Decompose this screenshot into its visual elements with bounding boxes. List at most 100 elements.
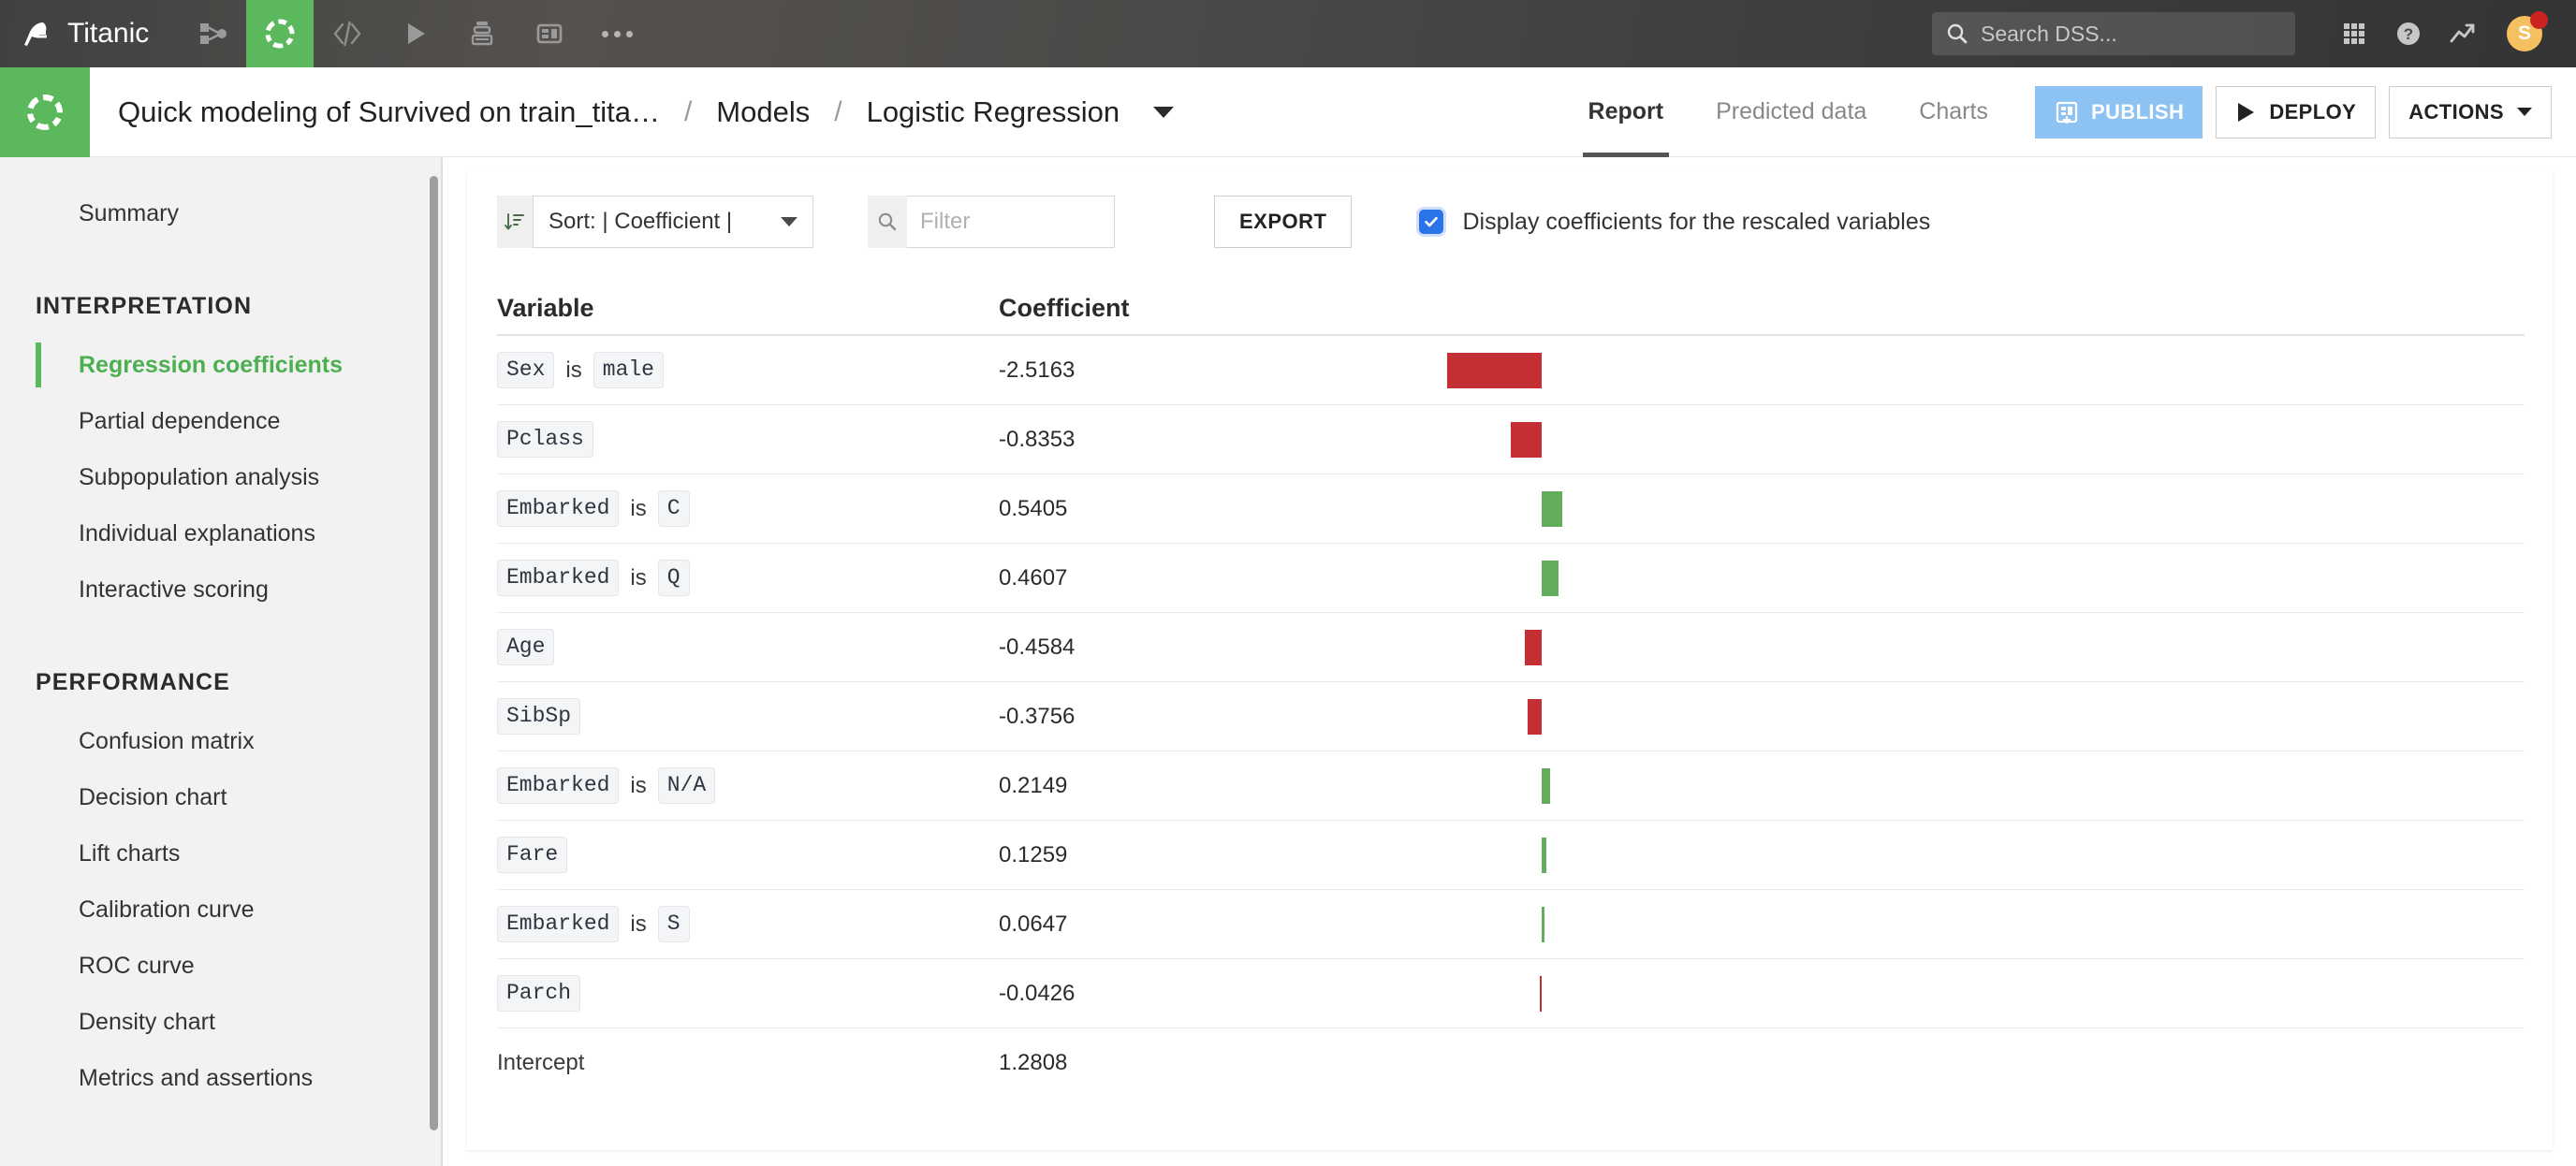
sidebar-item-individual-explanations[interactable]: Individual explanations [0, 505, 441, 561]
coefficient-bar [1510, 421, 1542, 458]
breadcrumb: Quick modeling of Survived on train_tita… [90, 95, 1175, 129]
coefficient-bar-cell [1280, 821, 2525, 890]
tab-predicted-data[interactable]: Predicted data [1690, 67, 1893, 157]
main-content-area: Sort: | Coefficient | EXPORT [442, 157, 2576, 1166]
sort-select[interactable]: Sort: | Coefficient | [533, 196, 813, 248]
column-header-coefficient: Coefficient [999, 294, 1130, 322]
sidebar-item-calibration-curve[interactable]: Calibration curve [0, 882, 441, 938]
topbar-left-group: Titanic [0, 0, 651, 67]
sidebar-item-roc-curve[interactable]: ROC curve [0, 938, 441, 994]
automation-icon[interactable] [448, 0, 516, 67]
activity-trend-icon[interactable] [2436, 0, 2490, 67]
search-input[interactable]: Search DSS... [1932, 12, 2295, 55]
operator-label: is [630, 495, 647, 521]
breadcrumb-separator-1: / [683, 95, 693, 127]
filter-input[interactable] [907, 196, 1115, 248]
coefficient-bar [1542, 490, 1562, 527]
dashboard-icon[interactable] [516, 0, 583, 67]
bird-logo-icon[interactable] [0, 0, 67, 67]
deploy-button[interactable]: DEPLOY [2216, 85, 2377, 138]
deploy-label: DEPLOY [2269, 99, 2357, 124]
table-row[interactable]: Embarked is Q 0.4607 [497, 544, 2525, 613]
cell-coefficient: -0.4584 [999, 634, 1076, 660]
cell-variable: Embarked is Q [497, 560, 999, 596]
flow-icon[interactable] [179, 0, 246, 67]
variable-token: SibSp [497, 698, 581, 735]
sidebar-item-regression-coefficients[interactable]: Regression coefficients [0, 337, 441, 393]
export-button[interactable]: EXPORT [1214, 196, 1353, 248]
cell-variable: Parch [497, 975, 999, 1012]
table-row[interactable]: Embarked is S 0.0647 [497, 890, 2525, 959]
left-sidebar: Summary INTERPRETATION Regression coeffi… [0, 157, 442, 1166]
svg-text:?: ? [2404, 25, 2413, 43]
sidebar-item-decision-chart[interactable]: Decision chart [0, 769, 441, 825]
brand-project-name[interactable]: Titanic [67, 18, 179, 50]
actions-button[interactable]: ACTIONS [2389, 85, 2552, 138]
sidebar-item-interactive-scoring[interactable]: Interactive scoring [0, 561, 441, 618]
avatar[interactable]: S [2497, 0, 2552, 67]
sidebar-item-subpopulation-analysis[interactable]: Subpopulation analysis [0, 449, 441, 505]
lab-models-icon[interactable] [246, 0, 315, 67]
value-token: male [593, 352, 664, 388]
filter-control[interactable] [868, 196, 1115, 248]
sidebar-item-metrics-and-assertions[interactable]: Metrics and assertions [0, 1050, 441, 1106]
table-row[interactable]: Parch -0.0426 [497, 959, 2525, 1028]
cell-coefficient: 0.5405 [999, 495, 1068, 521]
cell-coefficient: -2.5163 [999, 357, 1076, 383]
table-row[interactable]: Embarked is N/A 0.2149 [497, 751, 2525, 821]
variable-token: Embarked [497, 560, 620, 596]
breadcrumb-models[interactable]: Models [703, 95, 823, 129]
coefficients-table: Variable Coefficient Sex is male -2.5163 Pcl… [497, 282, 2525, 1098]
table-row-intercept[interactable]: Intercept 1.2808 [497, 1028, 2525, 1098]
cell-coefficient: 0.1259 [999, 841, 1068, 867]
table-row[interactable]: Embarked is C 0.5405 [497, 474, 2525, 544]
coefficient-bar-cell [1280, 544, 2525, 613]
cell-coefficient: 0.0647 [999, 911, 1068, 937]
regression-coefficients-panel: Sort: | Coefficient | EXPORT [467, 171, 2553, 1150]
sidebar-scrollbar[interactable] [430, 176, 438, 1130]
table-row[interactable]: Pclass -0.8353 [497, 405, 2525, 474]
table-row[interactable]: Age -0.4584 [497, 613, 2525, 682]
cell-coefficient: -0.0426 [999, 980, 1076, 1006]
breadcrumb-analysis[interactable]: Quick modeling of Survived on train_tita… [118, 95, 673, 129]
rescaled-variables-label: Display coefficients for the rescaled va… [1462, 208, 1931, 235]
table-row[interactable]: Fare 0.1259 [497, 821, 2525, 890]
more-ellipsis-icon[interactable] [583, 0, 651, 67]
publish-button[interactable]: PUBLISH [2034, 85, 2203, 138]
value-token: S [657, 906, 690, 942]
tab-charts[interactable]: Charts [1893, 67, 2014, 157]
table-body: Sex is male -2.5163 Pclass -0.8353 Embarked is C… [497, 336, 2525, 1098]
sidebar-item-confusion-matrix[interactable]: Confusion matrix [0, 713, 441, 769]
column-header-variable: Variable [497, 294, 594, 322]
sidebar-item-partial-dependence[interactable]: Partial dependence [0, 393, 441, 449]
rescaled-variables-checkbox[interactable]: Display coefficients for the rescaled va… [1419, 209, 1930, 236]
project-lab-icon[interactable] [0, 66, 90, 157]
tab-report[interactable]: Report [1562, 67, 1690, 157]
sidebar-item-summary[interactable]: Summary [0, 185, 441, 241]
jobs-play-icon[interactable] [381, 0, 448, 67]
apps-grid-icon[interactable] [2327, 0, 2381, 67]
operator-label: is [630, 911, 647, 937]
coefficient-bar-cell [1280, 682, 2525, 751]
sidebar-section-interpretation: INTERPRETATION [36, 293, 253, 319]
sidebar-item-density-chart[interactable]: Density chart [0, 994, 441, 1050]
coefficient-bar [1540, 975, 1542, 1012]
cell-variable: Intercept [497, 1050, 999, 1076]
coefficient-bar [1542, 560, 1559, 596]
cell-variable: Embarked is C [497, 490, 999, 527]
table-row[interactable]: Sex is male -2.5163 [497, 336, 2525, 405]
sidebar-section-performance: PERFORMANCE [36, 669, 230, 695]
search-icon [1947, 23, 1968, 44]
sidebar-item-lift-charts[interactable]: Lift charts [0, 825, 441, 882]
operator-label: is [565, 357, 582, 383]
coefficient-bar-cell [1280, 405, 2525, 474]
variable-token: Embarked [497, 490, 620, 527]
cell-variable: Embarked is N/A [497, 767, 999, 804]
table-row[interactable]: SibSp -0.3756 [497, 682, 2525, 751]
code-icon[interactable] [314, 0, 381, 67]
project-header-bar: Quick modeling of Survived on train_tita… [0, 66, 2576, 157]
breadcrumb-model-name[interactable]: Logistic Regression [854, 95, 1134, 129]
sort-control[interactable]: Sort: | Coefficient | [497, 196, 813, 248]
chevron-down-icon[interactable] [1153, 106, 1175, 118]
help-question-icon[interactable]: ? [2381, 0, 2436, 67]
